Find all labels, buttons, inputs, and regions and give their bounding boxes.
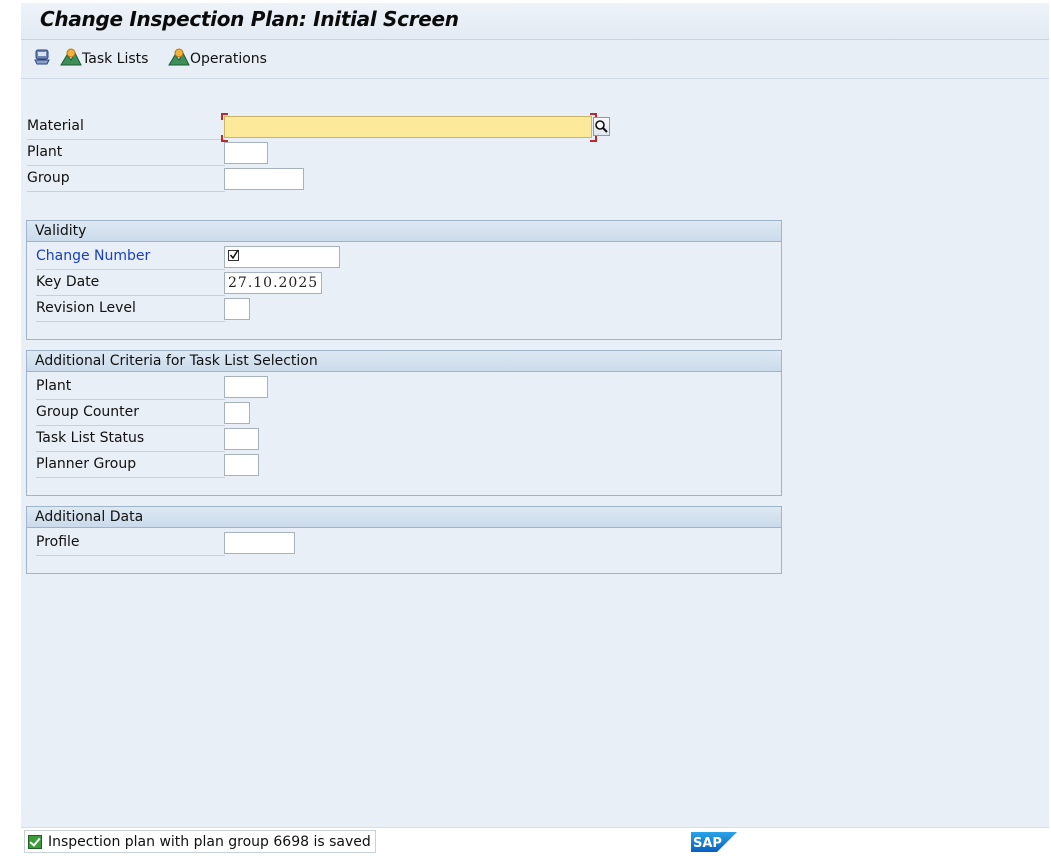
plant-label: Plant [27, 141, 225, 166]
application-toolbar: Task Lists Operations [21, 40, 1049, 79]
profile-input[interactable] [224, 532, 295, 554]
criteria-plant-label: Plant [36, 375, 225, 400]
planner-group-label: Planner Group [36, 453, 225, 478]
group-counter-label: Group Counter [36, 401, 225, 426]
title-bar: Change Inspection Plan: Initial Screen [21, 3, 1049, 40]
plant-input[interactable] [224, 142, 268, 164]
page-title: Change Inspection Plan: Initial Screen [40, 7, 459, 31]
group-input[interactable] [224, 168, 304, 190]
planner-group-input[interactable] [224, 454, 259, 476]
status-bar: Inspection plan with plan group 6698 is … [21, 827, 1049, 853]
search-icon [594, 120, 609, 139]
revision-level-input[interactable] [224, 298, 250, 320]
validity-group-title: Validity [27, 221, 781, 242]
material-search-help-button[interactable] [593, 117, 610, 136]
other-objects-icon [32, 48, 52, 70]
additional-criteria-group-title: Additional Criteria for Task List Select… [27, 351, 781, 372]
profile-label: Profile [36, 531, 225, 556]
operations-button[interactable]: Operations [168, 48, 267, 70]
sap-logo: SAP [691, 832, 737, 852]
success-check-icon [28, 834, 42, 849]
key-date-label: Key Date [36, 271, 225, 296]
change-number-input[interactable] [224, 246, 340, 268]
window-left-edge [0, 0, 21, 852]
task-list-status-label: Task List Status [36, 427, 225, 452]
other-objects-button[interactable] [32, 49, 52, 69]
group-counter-input[interactable] [224, 402, 250, 424]
change-number-label[interactable]: Change Number [36, 245, 225, 270]
required-marker [221, 113, 228, 120]
additional-data-group-title: Additional Data [27, 507, 781, 528]
task-lists-icon [60, 48, 82, 70]
group-label: Group [27, 167, 225, 192]
sap-logo-text: SAP [693, 836, 722, 851]
material-label: Material [27, 115, 225, 140]
checkbox-icon [228, 249, 240, 269]
task-lists-label: Task Lists [82, 51, 149, 67]
task-list-status-input[interactable] [224, 428, 259, 450]
task-lists-button[interactable]: Task Lists [60, 48, 149, 70]
status-message[interactable]: Inspection plan with plan group 6698 is … [24, 830, 376, 853]
criteria-plant-input[interactable] [224, 376, 268, 398]
operations-icon [168, 48, 190, 70]
status-message-text: Inspection plan with plan group 6698 is … [48, 833, 371, 850]
operations-label: Operations [190, 51, 267, 67]
material-input[interactable] [224, 116, 592, 138]
key-date-input[interactable] [224, 272, 322, 294]
revision-level-label: Revision Level [36, 297, 225, 322]
